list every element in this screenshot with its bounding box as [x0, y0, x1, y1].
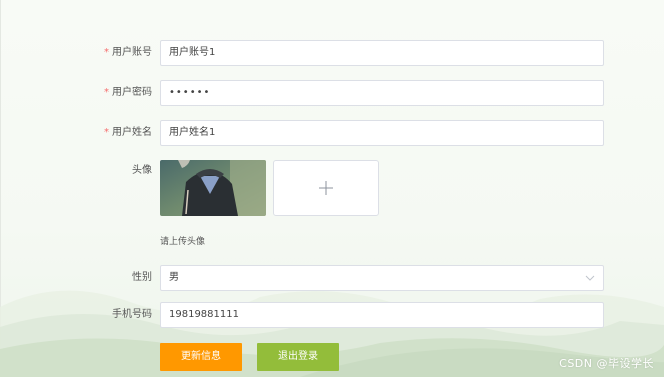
profile-form: * 用户账号 用户账号1 * 用户密码 •••••• * 用户姓名 用户姓名1 头像: [0, 0, 664, 377]
avatar-hint: 请上传头像: [160, 237, 206, 247]
avatar-image[interactable]: [160, 160, 266, 216]
password-row: * 用户密码 ••••••: [0, 80, 664, 106]
chevron-down-icon: [585, 275, 595, 281]
required-star: *: [104, 87, 109, 98]
account-label: * 用户账号: [104, 47, 152, 58]
logout-button[interactable]: 退出登录: [257, 343, 339, 371]
name-row: * 用户姓名 用户姓名1: [0, 120, 664, 146]
required-star: *: [104, 47, 109, 58]
account-row: * 用户账号 用户账号1: [0, 40, 664, 66]
name-input[interactable]: 用户姓名1: [160, 120, 604, 146]
required-star: *: [104, 127, 109, 138]
phone-label: 手机号码: [112, 309, 152, 320]
gender-row: 性别 男: [0, 265, 664, 291]
watermark: CSDN @毕设学长: [559, 357, 654, 370]
gender-label: 性别: [132, 272, 152, 283]
name-label: * 用户姓名: [104, 127, 152, 138]
password-label: * 用户密码: [104, 87, 152, 98]
update-info-button[interactable]: 更新信息: [160, 343, 242, 371]
avatar-upload-button[interactable]: [273, 160, 379, 216]
password-input[interactable]: ••••••: [160, 80, 604, 106]
phone-row: 手机号码 19819881111: [0, 302, 664, 328]
phone-input[interactable]: 19819881111: [160, 302, 604, 328]
account-input[interactable]: 用户账号1: [160, 40, 604, 66]
plus-icon: [319, 181, 333, 195]
gender-value: 男: [169, 272, 179, 283]
gender-select[interactable]: 男: [160, 265, 604, 291]
avatar-label: 头像: [132, 165, 152, 176]
